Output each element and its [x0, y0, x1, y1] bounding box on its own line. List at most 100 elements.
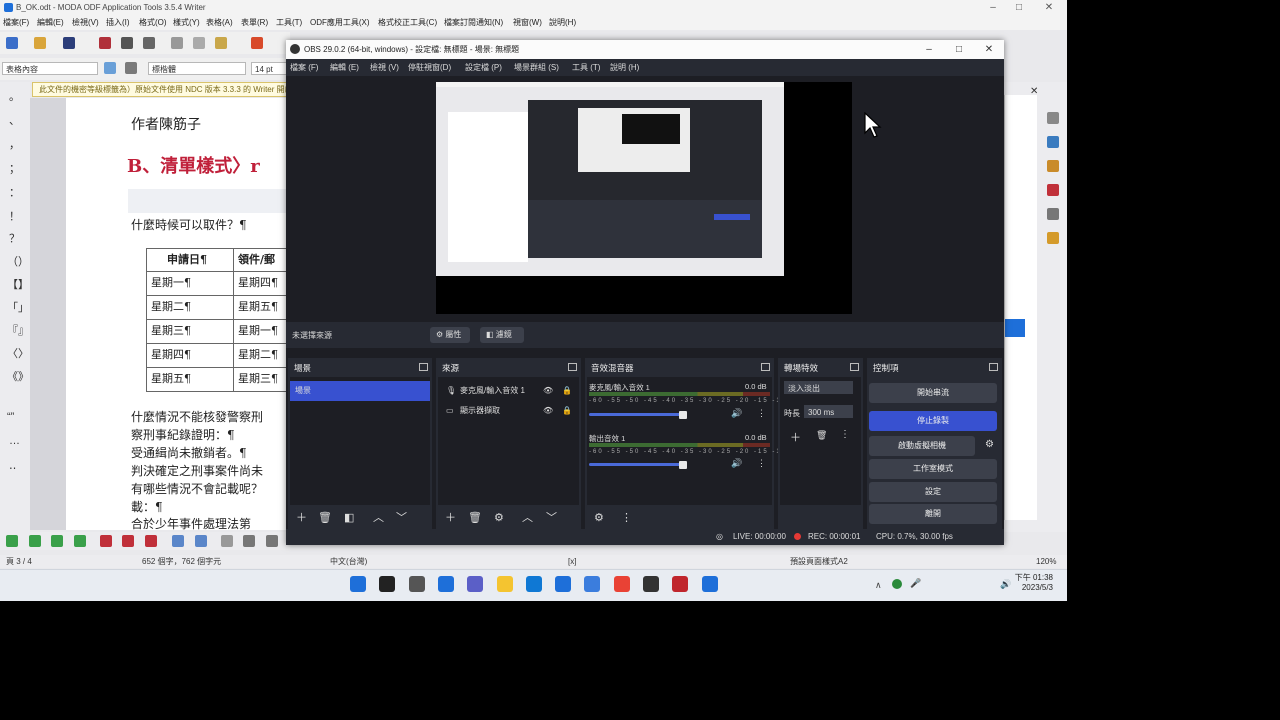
properties-button[interactable]: ⚙ 屬性 — [430, 327, 470, 343]
more-options-icon[interactable]: ⋮ — [840, 429, 850, 440]
store-icon[interactable] — [555, 576, 572, 592]
split-cells-icon[interactable] — [195, 535, 207, 547]
punct-button[interactable]: ： — [9, 184, 20, 200]
obs-menu-scene-collection[interactable]: 場景群組 (S) — [514, 59, 559, 76]
align-center-icon[interactable] — [266, 535, 278, 547]
writer-menu-item[interactable]: 編輯(E) — [37, 15, 64, 30]
obs-maximize-button[interactable]: □ — [944, 42, 974, 57]
widgets-icon[interactable] — [437, 576, 454, 592]
paragraph-style-select[interactable]: 表格內容 — [2, 62, 98, 75]
move-down-icon[interactable]: ﹀ — [396, 512, 407, 524]
gear-icon[interactable]: ⚙ — [494, 512, 504, 524]
writer-maximize-button[interactable]: □ — [1004, 0, 1034, 15]
writer-menu-item[interactable]: 視窗(W) — [513, 15, 542, 30]
transition-select[interactable]: 淡入淡出 — [784, 381, 853, 394]
lock-icon[interactable]: 🔒 — [562, 401, 572, 421]
move-up-icon[interactable]: ︿ — [522, 512, 533, 524]
gear-icon[interactable]: ⚙ — [985, 439, 994, 450]
clone-formatting-icon[interactable] — [251, 37, 263, 49]
duration-spinbox[interactable]: 300 ms — [804, 405, 853, 418]
undock-icon[interactable] — [568, 363, 577, 371]
insert-row-icon[interactable] — [6, 535, 18, 547]
export-pdf-icon[interactable] — [99, 37, 111, 49]
punct-button[interactable]: ！ — [9, 208, 20, 224]
speaker-icon[interactable]: 🔊 — [731, 408, 742, 419]
start-virtual-camera-button[interactable]: 啟動虛擬相機 — [869, 436, 975, 456]
manage-changes-icon[interactable] — [1047, 208, 1059, 220]
filters-button[interactable]: ◧ 濾鏡 — [480, 327, 524, 343]
obs-menu-view[interactable]: 檢視 (V) — [370, 59, 399, 76]
update-style-icon[interactable] — [104, 62, 116, 74]
delete-row-icon[interactable] — [100, 535, 112, 547]
teams-chat-icon[interactable] — [467, 576, 484, 592]
save-icon[interactable] — [63, 37, 75, 49]
paste-icon[interactable] — [215, 37, 227, 49]
trash-icon[interactable]: 🗑 — [816, 430, 827, 441]
add-icon[interactable]: ＋ — [445, 512, 456, 524]
punct-button[interactable]: ‥ — [9, 459, 16, 472]
scene-item[interactable]: 場景 — [290, 381, 430, 401]
obs-menu-edit[interactable]: 編輯 (E) — [330, 59, 359, 76]
obs-taskbar-icon[interactable] — [643, 576, 659, 592]
volume-slider-handle[interactable] — [678, 411, 687, 419]
punct-button[interactable]: 《》 — [7, 368, 29, 384]
print-icon[interactable] — [121, 37, 133, 49]
volume-slider-handle[interactable] — [678, 461, 687, 469]
eye-icon[interactable]: 👁 — [543, 401, 553, 421]
volume-icon[interactable]: 🔊 — [1000, 579, 1011, 590]
punct-button[interactable]: “” — [7, 411, 14, 423]
punct-button[interactable]: 「」 — [7, 299, 29, 315]
undock-icon[interactable] — [850, 363, 859, 371]
print-preview-icon[interactable] — [143, 37, 155, 49]
writer-menu-item[interactable]: 格式(O) — [139, 15, 167, 30]
acrobat-icon[interactable] — [672, 576, 689, 592]
exit-button[interactable]: 離開 — [869, 504, 997, 524]
optimize-icon[interactable] — [221, 535, 233, 547]
writer-menu-item[interactable]: 說明(H) — [549, 15, 576, 30]
writer-menu-item[interactable]: 檔案訂閱通知(N) — [444, 15, 503, 30]
punct-button[interactable]: … — [9, 435, 20, 447]
speaker-icon[interactable]: 🔊 — [731, 458, 742, 469]
more-options-icon[interactable]: ⋮ — [757, 458, 766, 469]
punct-button[interactable]: （） — [7, 253, 29, 269]
properties-icon[interactable] — [1047, 112, 1059, 124]
writer-menu-item[interactable]: 工具(T) — [276, 15, 302, 30]
design-icon[interactable] — [1047, 232, 1059, 244]
writer-menu-item[interactable]: 檢視(V) — [72, 15, 99, 30]
tray-clock[interactable]: 下午 01:38 2023/5/3 — [1015, 573, 1053, 593]
writer-menu-item[interactable]: 檔案(F) — [3, 15, 29, 30]
punct-button[interactable]: ， — [9, 136, 20, 152]
new-style-icon[interactable] — [125, 62, 137, 74]
cut-icon[interactable] — [171, 37, 183, 49]
stop-recording-button[interactable]: 停止錄製 — [869, 411, 997, 431]
punct-button[interactable]: 〈〉 — [7, 345, 29, 361]
more-options-icon[interactable]: ⋮ — [621, 512, 632, 524]
writer-menu-item[interactable]: 表單(R) — [241, 15, 268, 30]
writer-menu-item[interactable]: 樣式(Y) — [173, 15, 200, 30]
undock-icon[interactable] — [989, 363, 998, 371]
trash-icon[interactable]: 🗑 — [318, 512, 332, 524]
punct-button[interactable]: 【】 — [7, 276, 29, 292]
filters-icon[interactable]: ◧ — [344, 512, 354, 524]
delete-column-icon[interactable] — [122, 535, 134, 547]
status-zoom[interactable]: 120% — [1036, 555, 1056, 568]
writer-menu-item[interactable]: 插入(I) — [106, 15, 130, 30]
add-icon[interactable]: ＋ — [790, 429, 801, 445]
undock-icon[interactable] — [761, 363, 770, 371]
obs-menu-tools[interactable]: 工具 (T) — [572, 59, 600, 76]
open-folder-icon[interactable] — [34, 37, 46, 49]
search-icon[interactable] — [379, 576, 396, 592]
edge-browser-icon[interactable] — [525, 576, 542, 592]
delete-table-icon[interactable] — [145, 535, 157, 547]
writer-taskbar-icon[interactable] — [701, 576, 718, 592]
punct-button[interactable]: 。 — [9, 88, 20, 104]
studio-mode-button[interactable]: 工作室模式 — [869, 459, 997, 479]
obs-menu-file[interactable]: 檔案 (F) — [290, 59, 318, 76]
punct-button[interactable]: 、 — [9, 112, 20, 128]
merge-cells-icon[interactable] — [172, 535, 184, 547]
gallery-icon[interactable] — [1047, 160, 1059, 172]
advanced-audio-icon[interactable]: ⚙ — [594, 512, 604, 524]
insert-row-below-icon[interactable] — [29, 535, 41, 547]
obs-menu-docks[interactable]: 停駐視窗(D) — [408, 59, 451, 76]
copy-icon[interactable] — [193, 37, 205, 49]
